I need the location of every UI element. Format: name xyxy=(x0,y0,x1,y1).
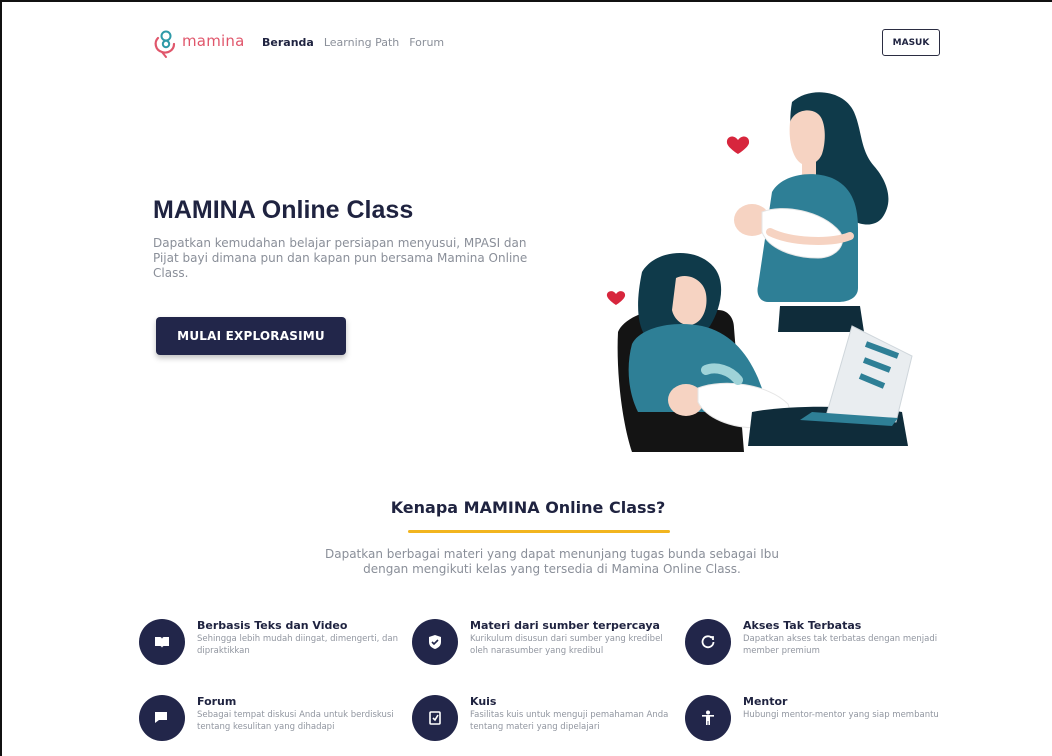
mothers-illustration xyxy=(602,82,932,462)
book-icon xyxy=(139,619,185,665)
why-section-description: Dapatkan berbagai materi yang dapat menu… xyxy=(324,547,780,576)
feature-description: Fasilitas kuis untuk menguji pemahaman A… xyxy=(470,710,669,732)
feature-title: Akses Tak Terbatas xyxy=(743,619,862,632)
feature-title: Materi dari sumber terpercaya xyxy=(470,619,660,632)
heart-icon xyxy=(726,136,750,154)
feature-description: Sehingga lebih mudah diingat, dimengerti… xyxy=(197,634,398,656)
explore-button[interactable]: MULAI EXPLORASIMU xyxy=(156,317,346,355)
mamina-logo[interactable]: mamina xyxy=(152,28,244,58)
feature-item: Akses Tak Terbatas Dapatkan akses tak te… xyxy=(685,619,955,679)
feature-title: Mentor xyxy=(743,695,788,708)
heart-icon xyxy=(606,291,626,305)
nav-link-forum[interactable]: Forum xyxy=(409,36,444,49)
refresh-icon xyxy=(685,619,731,665)
feature-description: Hubungi mentor-mentor yang siap membantu xyxy=(743,710,939,720)
feature-title: Kuis xyxy=(470,695,497,708)
why-section-title: Kenapa MAMINA Online Class? xyxy=(390,498,666,517)
nav-link-beranda[interactable]: Beranda xyxy=(262,36,314,49)
hero-description: Dapatkan kemudahan belajar persiapan men… xyxy=(153,236,528,280)
nav-link-learning-path[interactable]: Learning Path xyxy=(324,36,399,49)
logo-text: mamina xyxy=(182,32,245,50)
feature-item: Kuis Fasilitas kuis untuk menguji pemaha… xyxy=(412,695,682,755)
feature-item: Mentor Hubungi mentor-mentor yang siap m… xyxy=(685,695,955,755)
feature-item: Materi dari sumber terpercaya Kurikulum … xyxy=(412,619,682,679)
shield-check-icon xyxy=(412,619,458,665)
top-nav: mamina Beranda Learning Path Forum MASUK xyxy=(152,28,942,58)
feature-title: Forum xyxy=(197,695,237,708)
chat-icon xyxy=(139,695,185,741)
feature-item: Berbasis Teks dan Video Sehingga lebih m… xyxy=(139,619,409,679)
feature-title: Berbasis Teks dan Video xyxy=(197,619,348,632)
login-button[interactable]: MASUK xyxy=(882,29,940,56)
person-icon xyxy=(685,695,731,741)
page: mamina Beranda Learning Path Forum MASUK… xyxy=(0,0,1052,756)
nav-links: Beranda Learning Path Forum xyxy=(262,36,444,49)
feature-description: Kurikulum disusun dari sumber yang kredi… xyxy=(470,634,663,656)
quiz-icon xyxy=(412,695,458,741)
feature-description: Sebagai tempat diskusi Anda untuk berdis… xyxy=(197,710,394,732)
title-underline xyxy=(408,530,670,533)
hero-title: MAMINA Online Class xyxy=(153,196,414,224)
feature-item: Forum Sebagai tempat diskusi Anda untuk … xyxy=(139,695,409,755)
feature-description: Dapatkan akses tak terbatas dengan menja… xyxy=(743,634,938,656)
